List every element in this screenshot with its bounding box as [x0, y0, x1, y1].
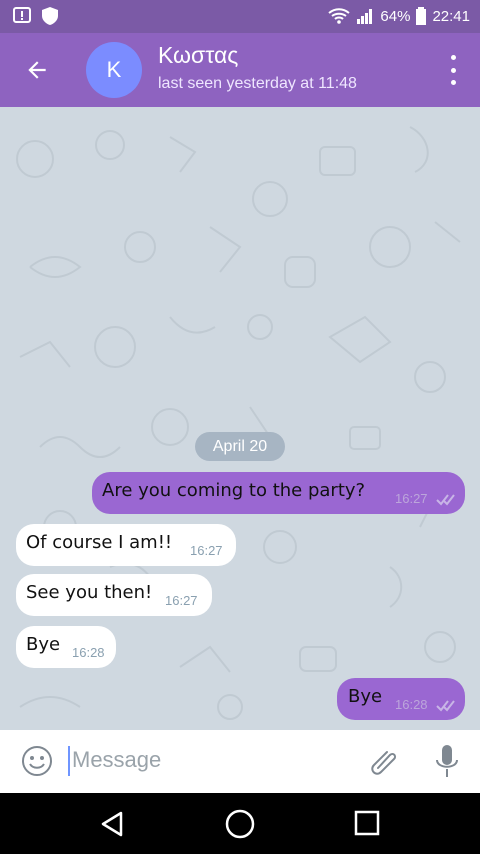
chat-subtitle: last seen yesterday at 11:48 [158, 75, 357, 92]
nav-home-icon[interactable] [224, 808, 256, 840]
wifi-icon [328, 8, 351, 24]
shield-icon [42, 7, 58, 25]
status-left-icons [12, 6, 60, 26]
attachment-icon[interactable] [366, 743, 402, 779]
chat-area[interactable]: April 20 Are you coming to the party? 16… [0, 107, 480, 730]
message-time: 16:27 [190, 543, 223, 558]
nav-recents-icon[interactable] [353, 809, 381, 837]
notification-alert-icon [13, 7, 31, 23]
signal-icon [357, 9, 373, 24]
incoming-message-bubble[interactable]: Bye 16:28 [16, 626, 116, 668]
outgoing-message-bubble[interactable]: Bye 16:28 [337, 678, 465, 720]
text-cursor [68, 746, 70, 776]
microphone-icon[interactable] [431, 742, 463, 782]
message-time: 16:28 [395, 697, 428, 712]
message-input[interactable]: Message [72, 747, 161, 773]
battery-percent: 64% [380, 7, 411, 25]
message-text: See you then! [26, 582, 153, 603]
chat-title[interactable]: Κωστας [158, 42, 238, 69]
message-text: Bye [348, 686, 383, 707]
read-check-icon [436, 700, 455, 712]
status-right: 64% 22:41 [328, 7, 470, 25]
avatar[interactable]: K [86, 42, 142, 98]
back-arrow-icon[interactable] [24, 57, 50, 83]
outgoing-message-bubble[interactable]: Are you coming to the party? 16:27 [92, 472, 465, 514]
system-navigation-bar [0, 793, 480, 854]
battery-icon [416, 7, 427, 25]
message-time: 16:27 [165, 593, 198, 608]
status-bar: 64% 22:41 [0, 0, 480, 33]
message-text: Of course I am!! [26, 532, 173, 553]
incoming-message-bubble[interactable]: See you then! 16:27 [16, 574, 212, 616]
message-text: Are you coming to the party? [102, 480, 366, 501]
status-time: 22:41 [432, 7, 470, 25]
emoji-icon[interactable] [20, 744, 54, 778]
more-vert-icon[interactable] [448, 55, 458, 85]
date-chip: April 20 [195, 432, 285, 461]
nav-back-icon[interactable] [97, 809, 127, 839]
message-time: 16:28 [72, 645, 105, 660]
incoming-message-bubble[interactable]: Of course I am!! 16:27 [16, 524, 236, 566]
app-bar: K Κωστας last seen yesterday at 11:48 [0, 33, 480, 107]
message-time: 16:27 [395, 491, 428, 506]
message-text: Bye [26, 634, 61, 655]
read-check-icon [436, 494, 455, 506]
message-composer: Message [0, 730, 480, 793]
avatar-initial: K [106, 57, 122, 82]
